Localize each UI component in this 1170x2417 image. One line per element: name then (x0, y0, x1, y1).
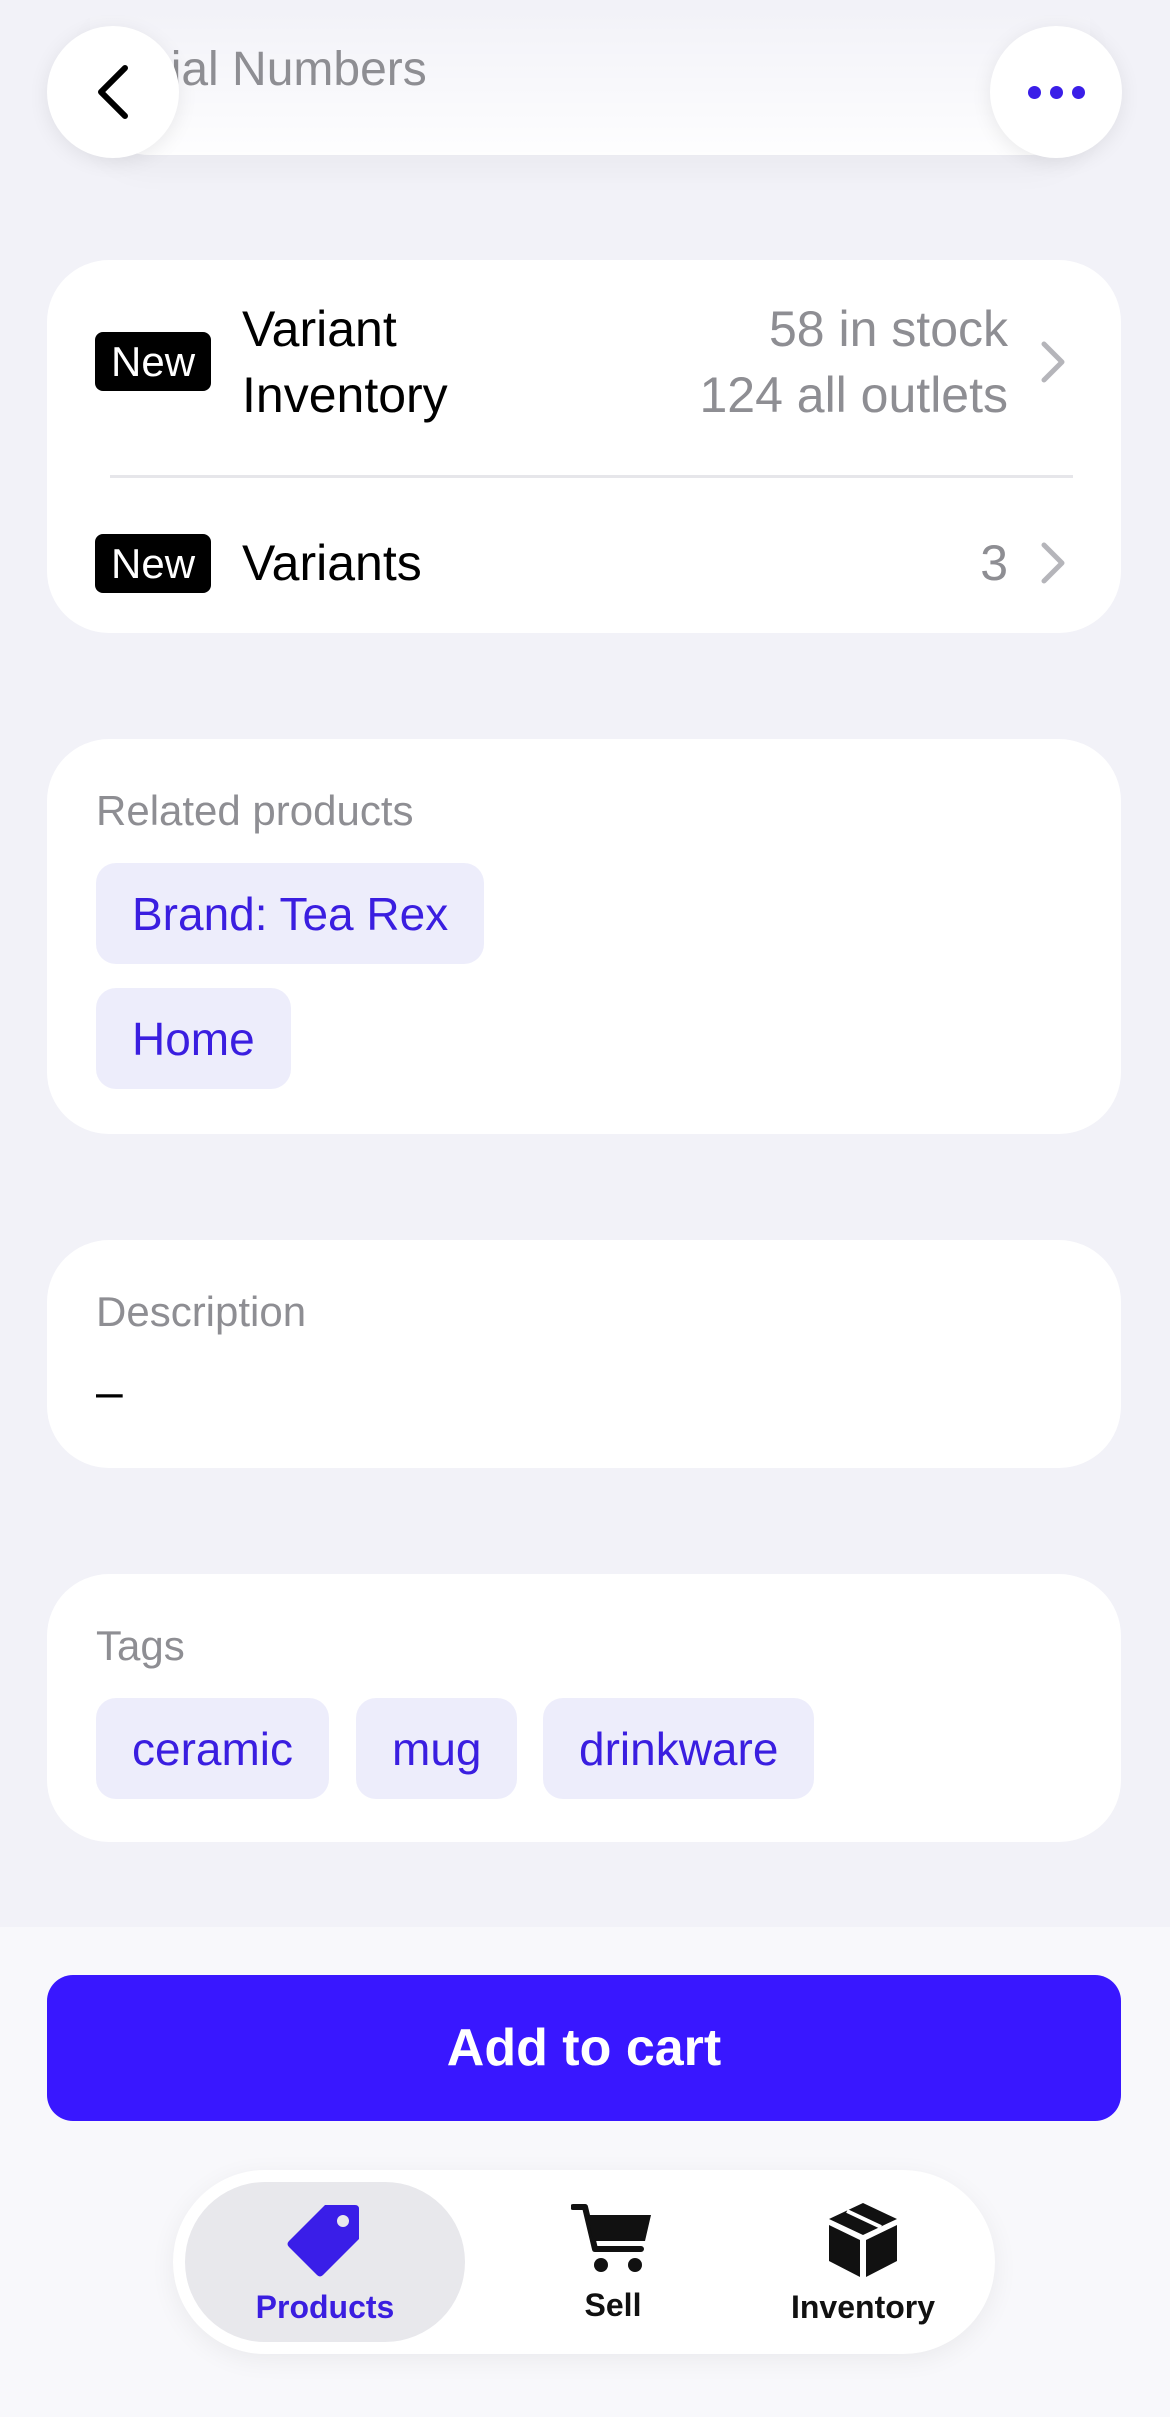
description-card: Description – (47, 1240, 1121, 1468)
bottom-tab-bar: Products Sell Inventory (173, 2170, 995, 2354)
stock-values: 58 in stock 124 all outlets (699, 296, 1008, 428)
tab-inventory[interactable]: Inventory (743, 2182, 983, 2342)
variants-row[interactable]: New Variants 3 (47, 508, 1121, 618)
description-value: – (96, 1366, 123, 1419)
variant-inventory-label: Variant Inventory (242, 296, 448, 428)
add-to-cart-button[interactable]: Add to cart (47, 1975, 1121, 2121)
tags-card: Tags ceramic mug drinkware (47, 1574, 1121, 1842)
related-chip-home[interactable]: Home (96, 988, 291, 1089)
variants-label: Variants (242, 535, 422, 591)
variant-inventory-label-line1: Variant (242, 301, 397, 357)
tab-inventory-label: Inventory (790, 2288, 936, 2325)
cart-icon (571, 2203, 651, 2272)
description-label: Description (96, 1288, 307, 1335)
chevron-left-icon (98, 65, 128, 119)
ellipsis-icon (1027, 85, 1085, 99)
more-options-button[interactable] (990, 26, 1122, 158)
tag-chip[interactable]: mug (356, 1698, 518, 1799)
new-badge: New (95, 332, 212, 391)
related-chip-brand[interactable]: Brand: Tea Rex (96, 863, 485, 964)
variant-inventory-row[interactable]: New Variant Inventory 58 in stock 124 al… (47, 301, 1121, 423)
tags-label: Tags (96, 1622, 185, 1669)
back-button[interactable] (47, 26, 179, 158)
inventory-card: New Variant Inventory 58 in stock 124 al… (47, 260, 1121, 633)
tab-sell[interactable]: Sell (513, 2182, 713, 2342)
chevron-right-icon (1041, 542, 1065, 584)
variant-inventory-label-line2: Inventory (242, 367, 448, 423)
row-divider (110, 475, 1073, 478)
box-icon (829, 2202, 897, 2277)
tab-products[interactable]: Products (185, 2182, 465, 2342)
tag-icon (287, 2204, 359, 2276)
in-stock-count: 58 in stock (768, 301, 1008, 357)
new-badge: New (95, 534, 212, 593)
variants-count: 3 (980, 535, 1008, 591)
tab-sell-label: Sell (584, 2286, 642, 2323)
all-outlets-count: 124 all outlets (699, 367, 1008, 423)
related-products-card: Related products Brand: Tea Rex Home (47, 739, 1121, 1134)
tab-products-label: Products (255, 2288, 395, 2325)
top-bar: Serial Numbers (0, 0, 1170, 160)
chevron-right-icon (1041, 341, 1065, 383)
tag-chip[interactable]: ceramic (96, 1698, 330, 1799)
tag-chip[interactable]: drinkware (543, 1698, 815, 1799)
related-products-label: Related products (96, 787, 414, 834)
